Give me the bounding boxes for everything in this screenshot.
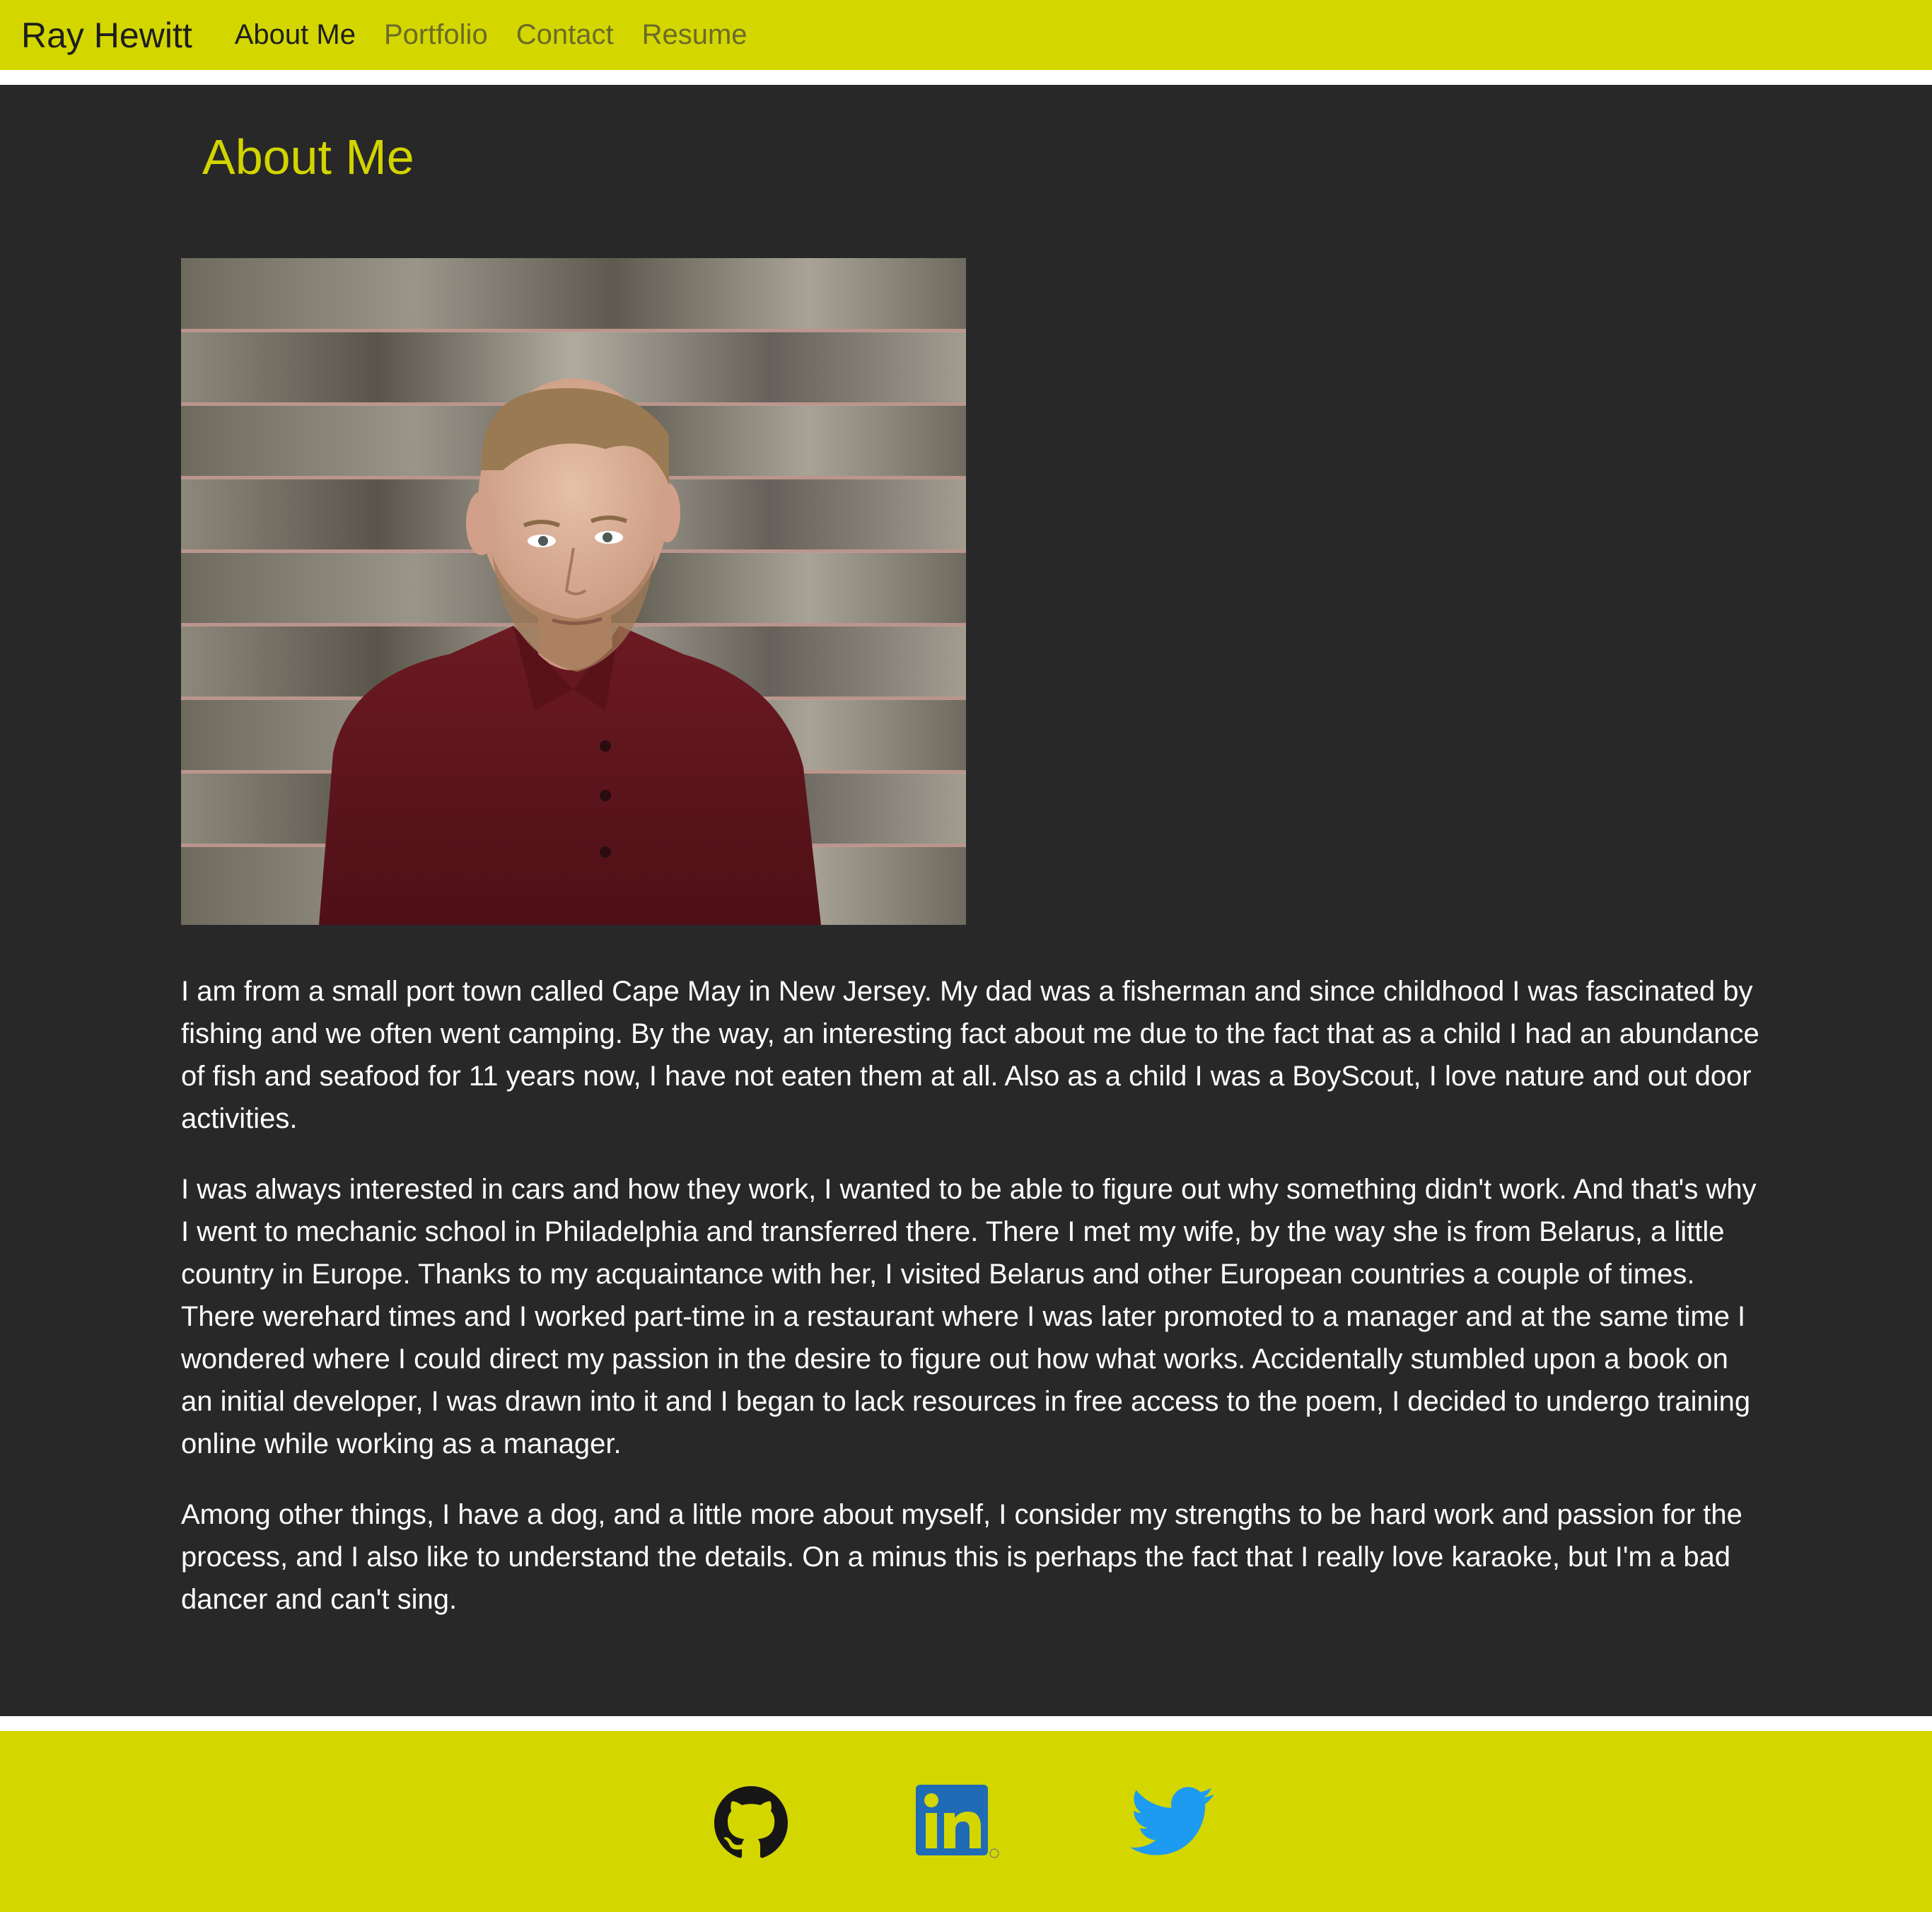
bio-text: I am from a small port town called Cape … [181, 970, 1765, 1649]
github-icon [714, 1786, 788, 1860]
bio-paragraph-1: I am from a small port town called Cape … [181, 976, 1759, 1134]
nav-links: About Me Portfolio Contact Resume [235, 19, 776, 51]
bio-paragraph-2: I was always interested in cars and how … [181, 1174, 1757, 1459]
top-navbar: Ray Hewitt About Me Portfolio Contact Re… [0, 0, 1932, 70]
page-title: About Me [202, 129, 414, 185]
portrait-photo [181, 258, 966, 925]
nav-link-about-me[interactable]: About Me [235, 19, 356, 51]
nav-link-contact[interactable]: Contact [516, 19, 614, 51]
footer [0, 1731, 1932, 1912]
about-section: About Me I am from a small port town cal… [0, 85, 1932, 1716]
brand-link[interactable]: Ray Hewitt [21, 15, 192, 56]
linkedin-icon [916, 1785, 999, 1858]
nav-link-resume[interactable]: Resume [642, 19, 747, 51]
linkedin-link[interactable] [916, 1785, 999, 1858]
twitter-link[interactable] [1130, 1786, 1215, 1857]
twitter-icon [1130, 1786, 1215, 1857]
nav-link-portfolio[interactable]: Portfolio [384, 19, 488, 51]
bio-paragraph-3: Among other things, I have a dog, and a … [181, 1499, 1742, 1615]
github-link[interactable] [714, 1786, 788, 1860]
